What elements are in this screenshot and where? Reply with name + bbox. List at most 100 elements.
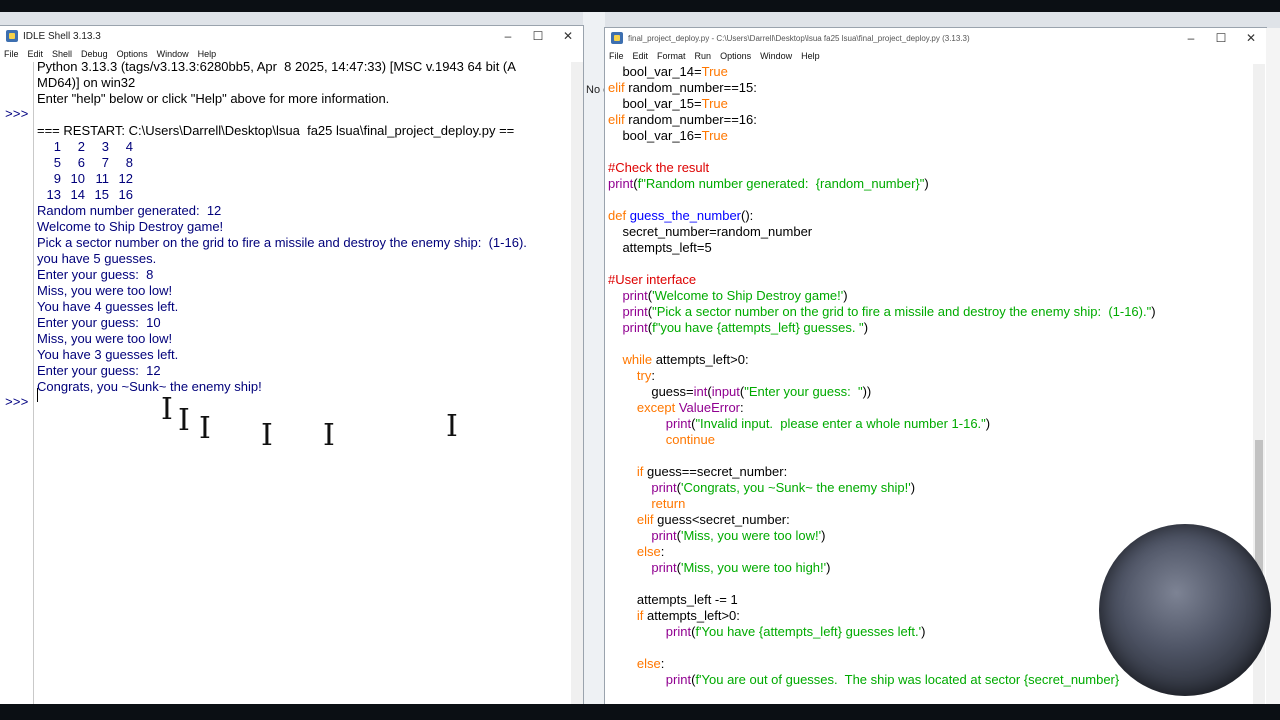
code-token: True <box>701 96 728 111</box>
shell-titlebar[interactable]: IDLE Shell 3.13.3 – ☐ ✕ <box>0 26 583 46</box>
ibeam-cursor-icon: I <box>178 403 190 438</box>
code-line: guess=int(input("Enter your guess: ")) <box>608 384 1156 400</box>
editor-titlebar[interactable]: final_project_deploy.py - C:\Users\Darre… <box>605 28 1266 48</box>
menu-debug[interactable]: Debug <box>81 49 108 59</box>
code-line: while attempts_left>0: <box>608 352 1156 368</box>
maximize-button[interactable]: ☐ <box>523 29 553 43</box>
menu-help[interactable]: Help <box>198 49 217 59</box>
code-token: input <box>711 384 740 399</box>
code-token: print <box>608 176 634 191</box>
code-token: else <box>636 656 661 671</box>
code-token: guess==secret_number: <box>643 464 788 479</box>
menu-shell[interactable]: Shell <box>52 49 72 59</box>
code-token: "Pick a sector number on the grid to fir… <box>652 304 1152 319</box>
code-token: f'You have {attempts_left} guesses left.… <box>695 624 922 639</box>
code-token: ) <box>843 288 848 303</box>
code-line: def guess_the_number(): <box>608 208 1156 224</box>
maximize-button[interactable]: ☐ <box>1206 31 1236 45</box>
code-line: #User interface <box>608 272 1156 288</box>
menu-format[interactable]: Format <box>657 51 686 61</box>
minimize-button[interactable]: – <box>493 29 523 43</box>
text-cursor <box>37 388 38 402</box>
code-token: attempts_left>0: <box>643 608 740 623</box>
sector-number: 11 <box>95 171 110 186</box>
menu-options[interactable]: Options <box>117 49 148 59</box>
menu-window[interactable]: Window <box>157 49 189 59</box>
menu-edit[interactable]: Edit <box>633 51 649 61</box>
sector-number: 16 <box>118 187 133 202</box>
sector-grid-row: 13 14 15 16 <box>37 187 527 203</box>
code-token: f'You are out of guesses. The ship was l… <box>695 672 1120 687</box>
code-line: return <box>608 496 1156 512</box>
code-token: ) <box>1151 304 1156 319</box>
code-line: else: <box>608 544 1156 560</box>
code-token: attempts_left -= 1 <box>608 592 738 607</box>
code-token: ) <box>910 480 916 495</box>
shell-prompt-gutter <box>0 62 34 704</box>
code-line: print(f'You have {attempts_left} guesses… <box>608 624 1156 640</box>
shell-line: === RESTART: C:\Users\Darrell\Desktop\ls… <box>37 123 515 138</box>
code-token: attempts_left=5 <box>608 240 712 255</box>
menu-options[interactable]: Options <box>720 51 751 61</box>
close-button[interactable]: ✕ <box>1236 31 1266 45</box>
code-token: 'Miss, you were too high!' <box>680 560 827 575</box>
sector-number: 10 <box>70 171 85 186</box>
menu-window[interactable]: Window <box>760 51 792 61</box>
shell-scrollbar[interactable] <box>571 62 583 704</box>
code-token: except <box>636 400 676 415</box>
code-token: : <box>740 400 744 415</box>
shell-output-line: Pick a sector number on the grid to fire… <box>37 235 527 250</box>
code-token: "Invalid input. please enter a whole num… <box>695 416 986 431</box>
code-token: ) <box>821 528 826 543</box>
sector-number: 7 <box>101 155 109 170</box>
code-line: if attempts_left>0: <box>608 608 1156 624</box>
sector-number: 5 <box>53 155 61 170</box>
code-line: continue <box>608 432 1156 448</box>
editor-title: final_project_deploy.py - C:\Users\Darre… <box>628 33 970 43</box>
code-line: bool_var_16=True <box>608 128 1156 144</box>
code-token: ) <box>924 176 929 191</box>
menu-run[interactable]: Run <box>695 51 712 61</box>
sector-grid-row: 1 2 3 4 <box>37 139 527 155</box>
shell-prompt: >>> <box>5 107 29 122</box>
code-token: True <box>701 64 728 79</box>
shell-output-line: Random number generated: 12 <box>37 203 222 218</box>
menu-file[interactable]: File <box>4 49 19 59</box>
desktop-top-strip <box>0 0 1280 12</box>
python-file-icon <box>611 32 623 44</box>
sector-number: 2 <box>77 139 85 154</box>
shell-output-line: You have 4 guesses left. <box>37 299 179 314</box>
code-line: if guess==secret_number: <box>608 464 1156 480</box>
idle-shell-window: IDLE Shell 3.13.3 – ☐ ✕ File Edit Shell … <box>0 26 583 704</box>
close-button[interactable]: ✕ <box>553 29 583 43</box>
code-token: 'Miss, you were too low!' <box>680 528 822 543</box>
shell-output-line: Enter your guess: 8 <box>37 267 154 282</box>
shell-line: Enter "help" below or click "Help" above… <box>37 91 390 106</box>
code-token: elif <box>608 112 625 127</box>
code-token: continue <box>665 432 715 447</box>
minimize-button[interactable]: – <box>1176 31 1206 45</box>
shell-output-area[interactable]: >>> >>> Python 3.13.3 (tags/v3.13.3:6280… <box>0 59 583 704</box>
menu-help[interactable]: Help <box>801 51 820 61</box>
shell-transcript: Python 3.13.3 (tags/v3.13.3:6280bb5, Apr… <box>37 59 527 395</box>
code-line: elif guess<secret_number: <box>608 512 1156 528</box>
source-code: bool_var_14=True elif random_number==15: … <box>608 64 1156 688</box>
code-token: elif <box>636 512 654 527</box>
menu-edit[interactable]: Edit <box>28 49 44 59</box>
code-token: print <box>651 480 677 495</box>
code-token: ) <box>921 624 926 639</box>
desktop-bottom-strip <box>0 704 1280 720</box>
code-line: print(f"you have {attempts_left} guesses… <box>608 320 1156 336</box>
menu-file[interactable]: File <box>609 51 624 61</box>
code-token: print <box>651 560 677 575</box>
shell-output-line: You have 3 guesses left. <box>37 347 179 362</box>
